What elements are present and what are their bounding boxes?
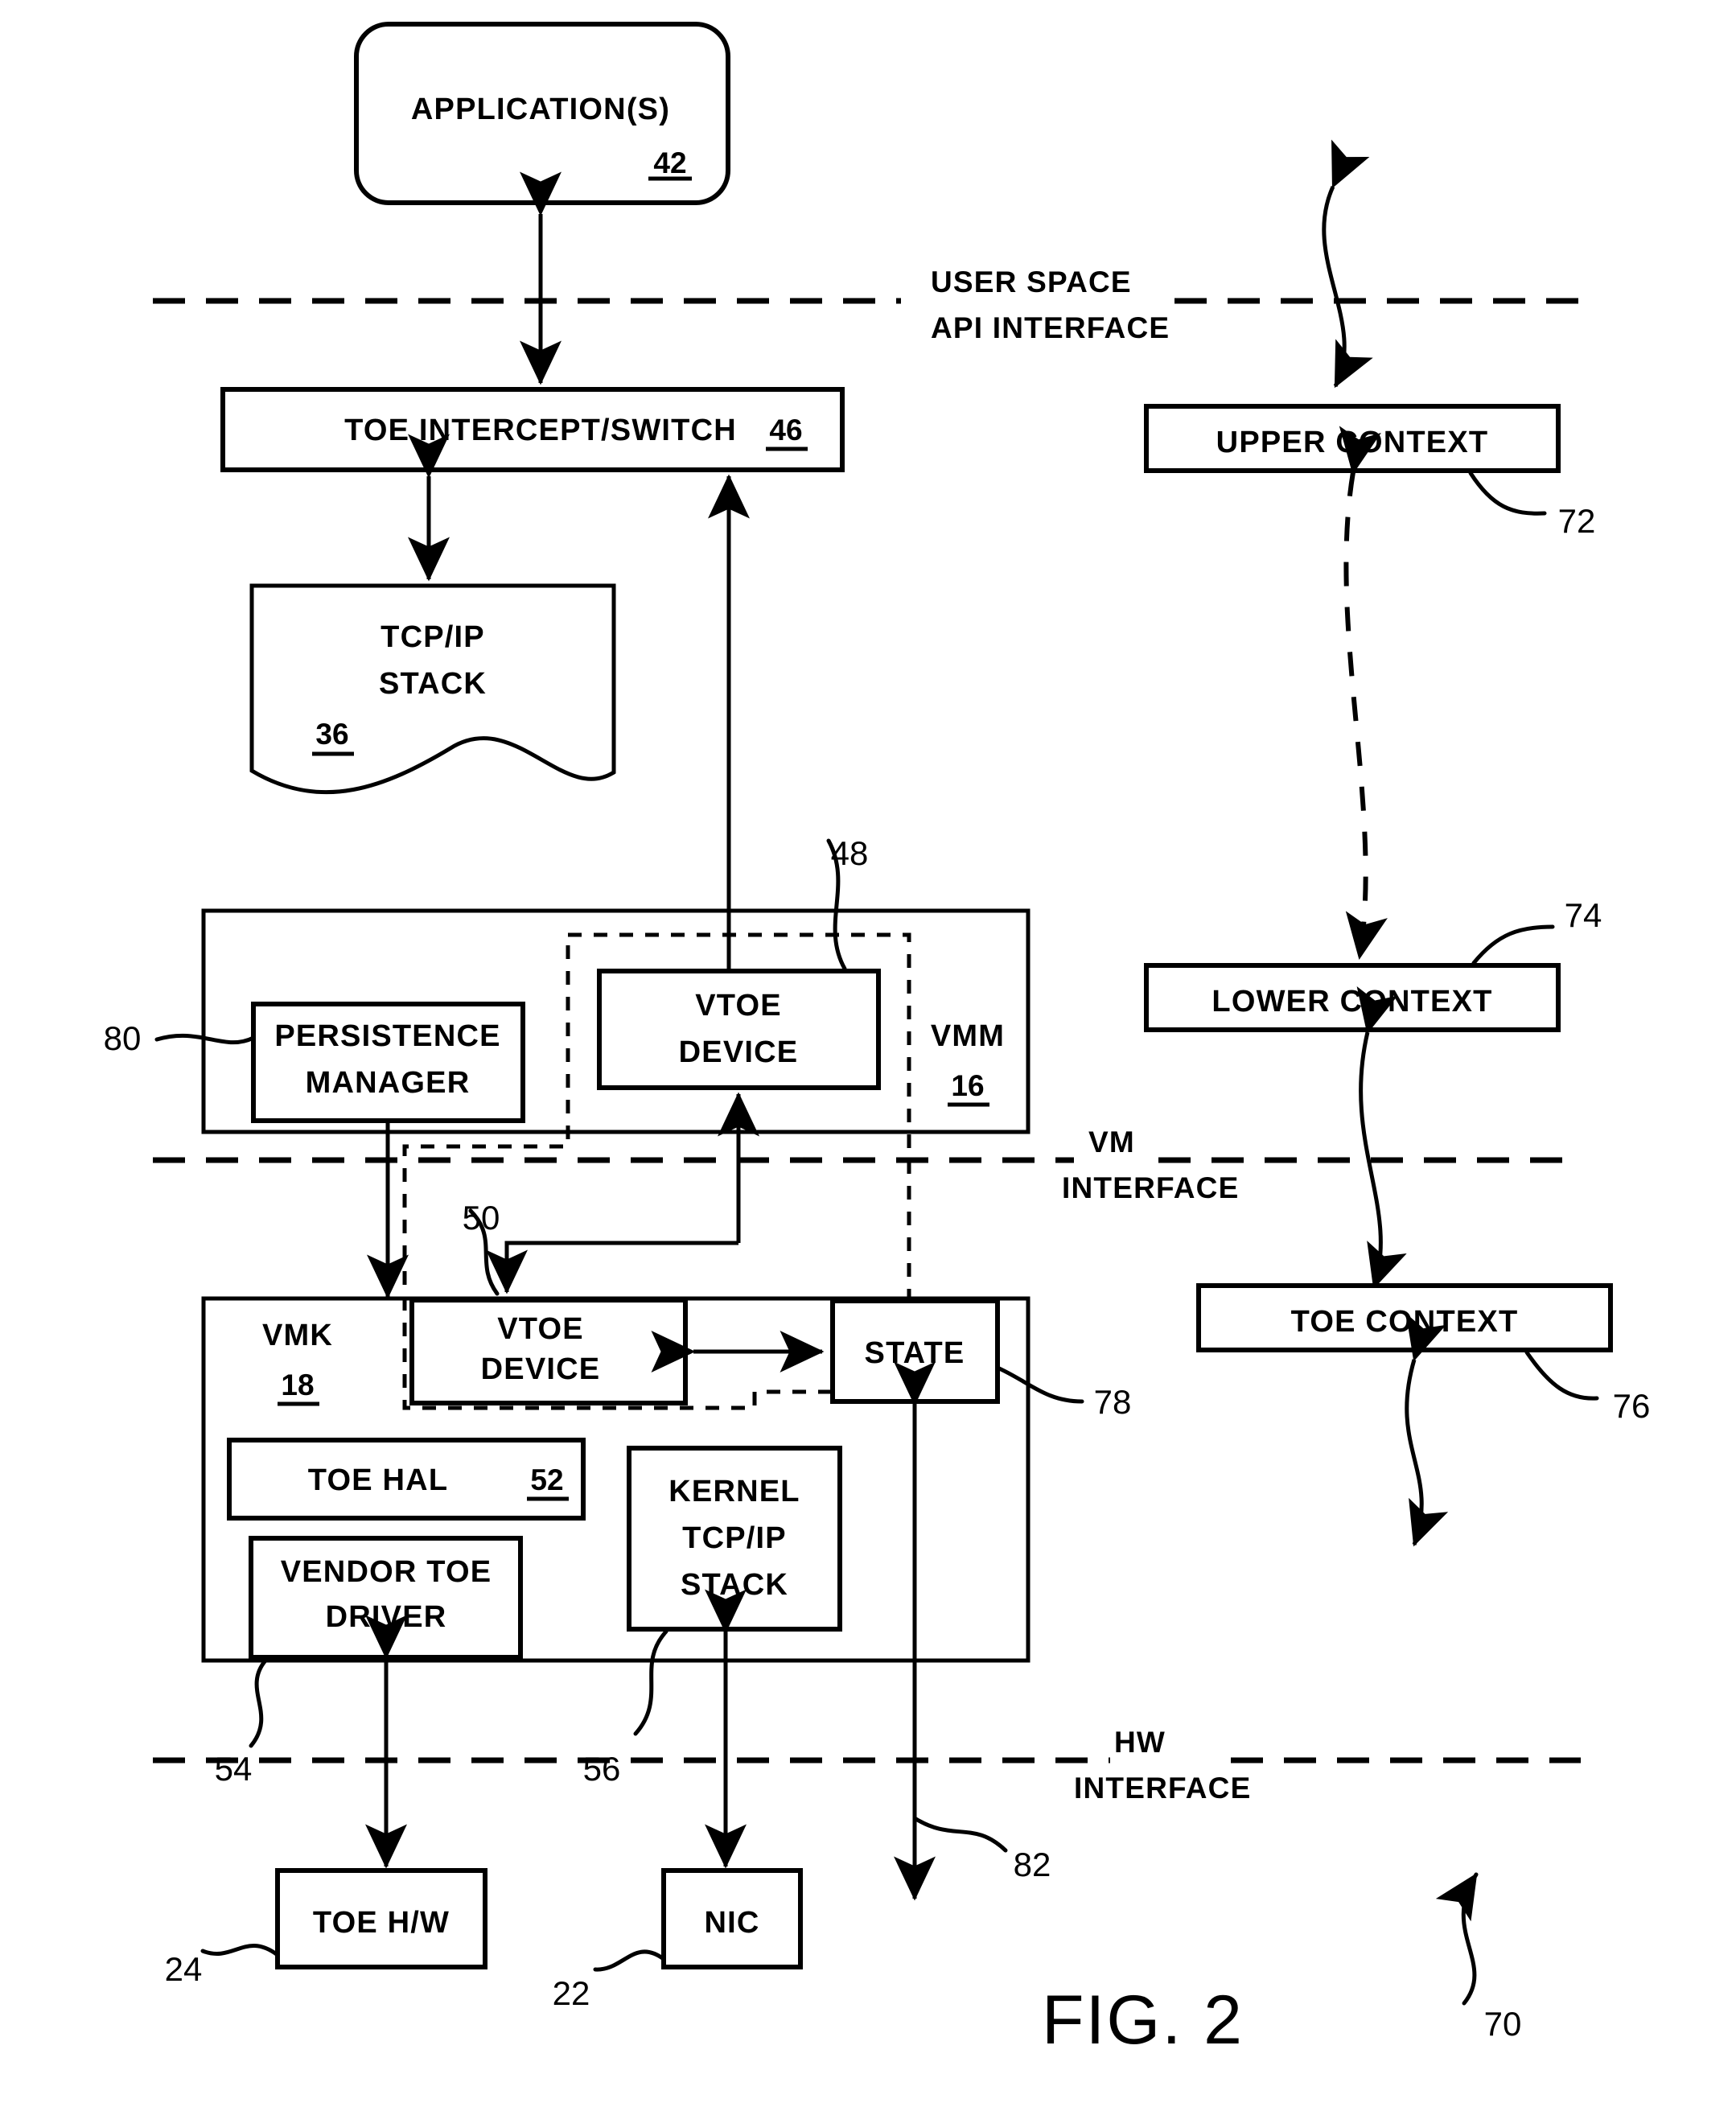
lower-context-label: LOWER CONTEXT: [1211, 985, 1492, 1019]
upper-context-label: UPPER CONTEXT: [1216, 426, 1489, 459]
vmk-label: VMK: [262, 1319, 333, 1352]
vtoe-device-vmm-line1: VTOE: [695, 989, 782, 1023]
nic-label: NIC: [704, 1906, 759, 1940]
tcpip-stack-line2: STACK: [379, 667, 487, 701]
kernel-tcpip-leader: [633, 1629, 668, 1736]
toe-hw-ref: 24: [165, 1950, 203, 1988]
lower-context-leader: [1471, 924, 1555, 965]
vtoe-device-vmm-line2: DEVICE: [679, 1035, 799, 1069]
interface-user-space-line2: API INTERFACE: [931, 311, 1170, 344]
tcpip-stack-line1: TCP/IP: [381, 620, 485, 654]
interface-user-space-line1: USER SPACE: [931, 265, 1132, 298]
toe-hal-ref: 52: [530, 1463, 563, 1496]
vendor-toe-driver-line2: DRIVER: [326, 1600, 447, 1634]
toe-context-ref: 76: [1613, 1387, 1651, 1425]
block-state[interactable]: STATE: [830, 1298, 1000, 1404]
block-vtoe-device-vmm[interactable]: VTOE DEVICE: [597, 969, 881, 1090]
block-toe-context[interactable]: TOE CONTEXT: [1196, 1283, 1613, 1352]
interface-label-hw: HW INTERFACE: [1074, 1726, 1251, 1805]
applications-ref: 42: [653, 146, 686, 179]
state-ref: 78: [1094, 1383, 1132, 1421]
hw-state-link-leader: [912, 1816, 1008, 1853]
block-persistence-manager[interactable]: PERSISTENCE MANAGER: [251, 1002, 525, 1123]
vtoe-device-vmk-ref: 50: [463, 1199, 500, 1237]
nic-ref: 22: [553, 1974, 590, 2012]
vmk-ref: 18: [281, 1368, 314, 1401]
arrow-above-upper-context: [1322, 139, 1373, 389]
interface-hw-line2: INTERFACE: [1074, 1772, 1251, 1805]
state-leader: [995, 1365, 1084, 1404]
state-label: STATE: [865, 1336, 965, 1370]
figure-ref-leader: [1435, 1872, 1479, 2006]
kernel-tcpip-line2: TCP/IP: [682, 1521, 787, 1555]
block-lower-context[interactable]: LOWER CONTEXT: [1144, 963, 1561, 1032]
persistence-manager-ref: 80: [104, 1019, 142, 1057]
vtoe-device-vmk-line2: DEVICE: [481, 1352, 601, 1386]
block-kernel-tcpip-stack[interactable]: KERNEL TCP/IP STACK: [627, 1446, 842, 1632]
block-vtoe-device-vmk[interactable]: VTOE DEVICE: [409, 1298, 688, 1405]
toe-intercept-ref: 46: [769, 414, 802, 447]
interface-hw-line1: HW: [1114, 1726, 1166, 1759]
hw-state-link-ref: 82: [1014, 1846, 1051, 1883]
block-tcpip-stack[interactable]: TCP/IP STACK 36: [249, 583, 616, 795]
block-applications[interactable]: APPLICATION(S) 42: [354, 22, 730, 205]
kernel-tcpip-line1: KERNEL: [668, 1475, 800, 1508]
tcpip-stack-ref: 36: [315, 718, 348, 751]
persistence-manager-line2: MANAGER: [306, 1066, 471, 1100]
interface-vm-line1: VM: [1088, 1126, 1135, 1159]
toe-hw-leader: [200, 1944, 280, 1957]
vmm-ref: 16: [951, 1069, 984, 1102]
arrow-upper-to-lower-context: [1339, 426, 1388, 960]
toe-hal-label: TOE HAL: [308, 1463, 448, 1497]
vendor-toe-driver-ref: 54: [215, 1750, 253, 1788]
upper-context-leader: [1468, 471, 1547, 516]
block-upper-context[interactable]: UPPER CONTEXT: [1144, 404, 1561, 473]
interface-vm-line2: INTERFACE: [1062, 1171, 1239, 1204]
block-toe-hw[interactable]: TOE H/W: [275, 1868, 487, 1969]
lower-context-ref: 74: [1565, 896, 1602, 934]
nic-leader: [593, 1949, 666, 1972]
figure-ref: 70: [1484, 2005, 1522, 2043]
block-toe-intercept-switch[interactable]: TOE INTERCEPT/SWITCH 46: [220, 387, 845, 472]
arrow-below-toe-context: [1405, 1313, 1449, 1547]
patent-figure-2: USER SPACE API INTERFACE VM INTERFACE HW…: [0, 0, 1736, 2103]
vtoe-device-vmk-line1: VTOE: [497, 1312, 584, 1346]
upper-context-ref: 72: [1558, 502, 1596, 540]
applications-label: APPLICATION(S): [411, 93, 670, 126]
figure-label: FIG. 2: [1042, 1982, 1244, 2059]
block-nic[interactable]: NIC: [661, 1868, 803, 1969]
persistence-manager-line1: PERSISTENCE: [274, 1019, 500, 1053]
interface-label-vm: VM INTERFACE: [1062, 1126, 1239, 1204]
toe-intercept-label: TOE INTERCEPT/SWITCH: [344, 414, 737, 447]
vmm-label: VMM: [931, 1019, 1005, 1053]
kernel-tcpip-ref: 56: [583, 1750, 621, 1788]
interface-label-user-space: USER SPACE API INTERFACE: [931, 265, 1170, 344]
toe-context-leader: [1524, 1350, 1599, 1401]
vtoe-device-vmm-ref: 48: [831, 834, 869, 872]
vendor-toe-driver-line1: VENDOR TOE: [281, 1555, 492, 1589]
toe-hw-label: TOE H/W: [313, 1906, 450, 1940]
arrow-branch-to-vtoe-device-vmk: [485, 1241, 738, 1294]
kernel-tcpip-line3: STACK: [681, 1568, 788, 1602]
block-vendor-toe-driver[interactable]: VENDOR TOE DRIVER: [249, 1536, 523, 1660]
block-toe-hal[interactable]: TOE HAL 52: [227, 1438, 586, 1521]
toe-context-label: TOE CONTEXT: [1291, 1305, 1519, 1339]
figure-label-text: FIG. 2: [1042, 1982, 1244, 2059]
vendor-toe-driver-leader: [249, 1658, 268, 1748]
